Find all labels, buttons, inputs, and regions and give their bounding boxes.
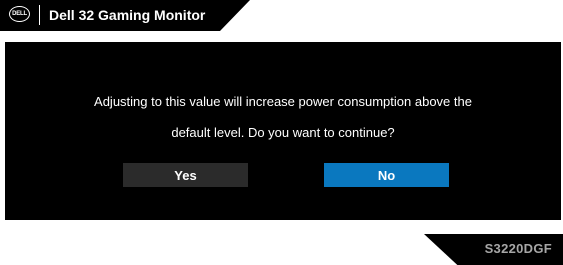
no-button[interactable]: No — [324, 163, 449, 187]
dialog-message-line-2: default level. Do you want to continue? — [171, 125, 395, 140]
dell-logo-icon: DELL — [9, 6, 30, 22]
title-divider — [39, 5, 40, 25]
osd-title-bar: DELL Dell 32 Gaming Monitor — [0, 0, 250, 31]
yes-button[interactable]: Yes — [123, 163, 248, 187]
model-number: S3220DGF — [484, 241, 552, 256]
model-tag: S3220DGF — [424, 234, 563, 265]
dell-logo-text: DELL — [12, 11, 27, 17]
dialog-message: Adjusting to this value will increase po… — [5, 86, 561, 148]
dialog-message-line-1: Adjusting to this value will increase po… — [94, 94, 472, 109]
confirmation-dialog: Adjusting to this value will increase po… — [5, 42, 561, 220]
monitor-title: Dell 32 Gaming Monitor — [49, 7, 206, 23]
